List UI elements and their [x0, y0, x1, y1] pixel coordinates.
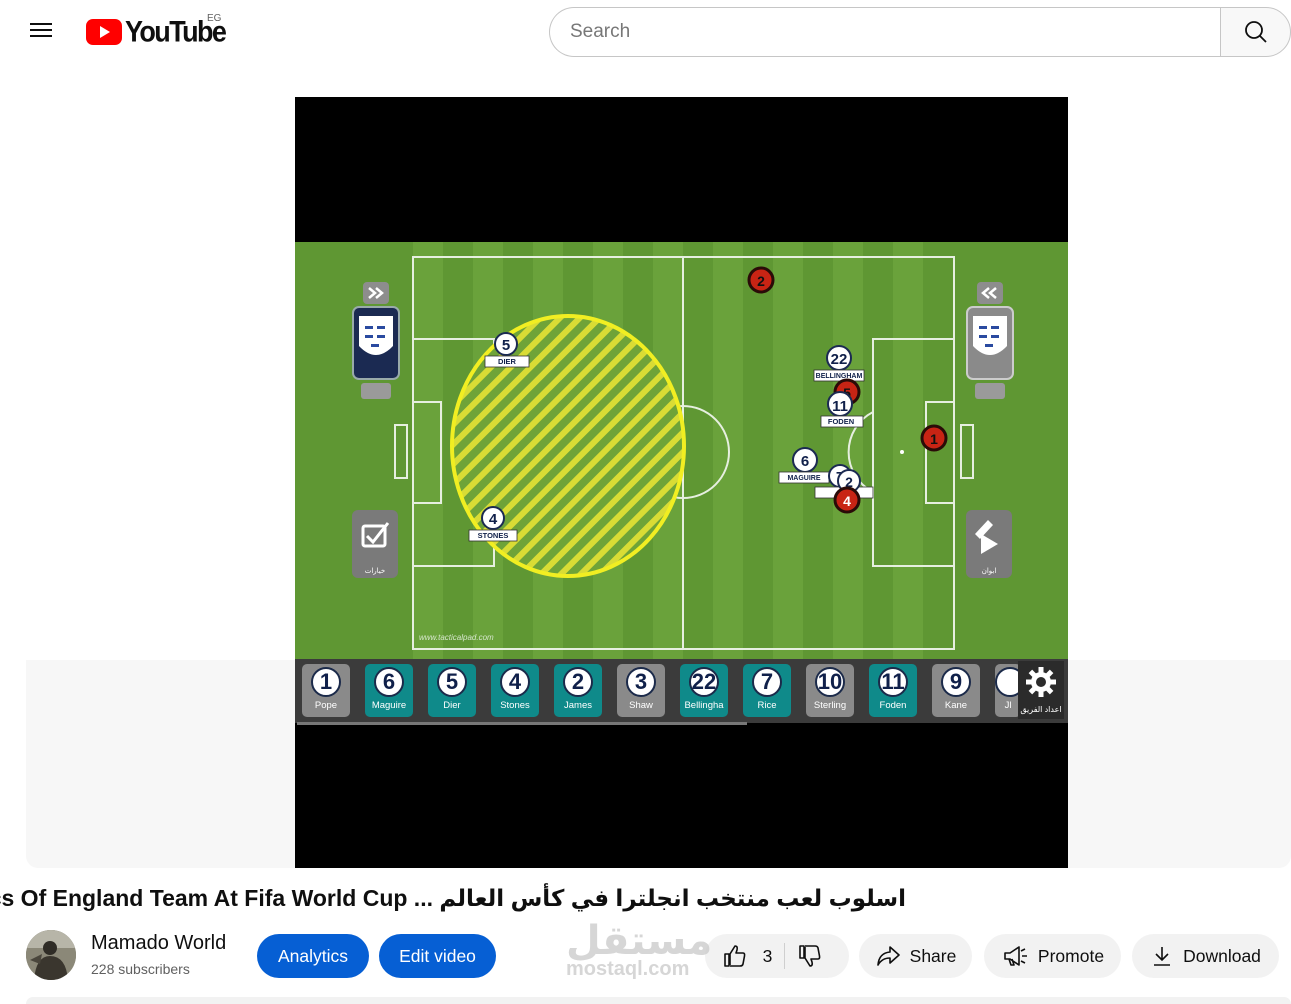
bench-player-card[interactable]: 2 James: [554, 664, 602, 717]
bench-player-name: Maguire: [371, 700, 407, 711]
play-edit-button[interactable]: ابوان: [966, 510, 1012, 578]
like-button[interactable]: 3: [710, 934, 785, 978]
opponent-token-4[interactable]: 4: [833, 486, 861, 514]
hamburger-menu-icon[interactable]: [24, 16, 58, 48]
bench-player-number: 1: [311, 667, 341, 697]
thumbs-up-icon: [723, 945, 746, 967]
watermark-site: www.tacticalpad.com: [419, 633, 494, 642]
svg-text:22: 22: [831, 351, 848, 368]
team-settings-button[interactable]: اعداد الفريق: [1018, 661, 1064, 719]
like-count: 3: [762, 945, 773, 966]
bench-player-number: 4: [500, 667, 530, 697]
download-icon: [1154, 947, 1171, 966]
svg-text:DIER: DIER: [498, 357, 517, 366]
bench-player-name: Stones: [500, 700, 530, 711]
search-input[interactable]: [549, 7, 1220, 57]
share-button[interactable]: Share: [859, 934, 972, 978]
bench-player-name: Shaw: [629, 700, 653, 711]
bench-player-name: Sterling: [813, 700, 847, 711]
bench-player-number: 7: [752, 667, 782, 697]
svg-text:11: 11: [832, 398, 848, 415]
svg-text:5: 5: [502, 337, 510, 354]
bench-player-number: 11: [878, 667, 908, 697]
like-dislike-group: 3: [705, 934, 849, 978]
megaphone-icon: [1004, 946, 1027, 966]
bench-player-card[interactable]: 5 Dier: [428, 664, 476, 717]
edit-video-button[interactable]: Edit video: [379, 934, 496, 978]
video-player[interactable]: www.tacticalpad.com خيارات ابوان 5 DIER …: [295, 97, 1068, 868]
bench-player-number: 6: [374, 667, 404, 697]
bench-player-name: Rice: [757, 700, 777, 711]
svg-text:6: 6: [801, 453, 809, 470]
bench-player-card[interactable]: 3 Shaw: [617, 664, 665, 717]
opponent-token-2[interactable]: 2: [747, 266, 775, 294]
svg-text:4: 4: [489, 511, 498, 528]
bench-player-name: Foden: [879, 700, 907, 711]
bench-player-card[interactable]: 22 Bellingha: [680, 664, 728, 717]
svg-text:FODEN: FODEN: [828, 417, 854, 426]
bench-player-name: Pope: [314, 700, 338, 711]
svg-text:4: 4: [843, 493, 851, 509]
tactics-pitch: www.tacticalpad.com خيارات ابوان 5 DIER …: [295, 242, 1068, 659]
opponent-token-1[interactable]: 1: [920, 424, 948, 452]
promote-label: Promote: [1037, 945, 1105, 966]
bench-player-number: 10: [815, 667, 845, 697]
download-button[interactable]: Download: [1132, 934, 1279, 978]
bench-player-number: 22: [689, 667, 719, 697]
channel-avatar[interactable]: [26, 930, 76, 980]
mostaql-watermark: مستقل mostaql.com: [566, 919, 713, 980]
bench-bar: 1 Pope 6 Maguire 5 Dier 4 Stones 2 James 3 Shaw 22 Be…: [295, 659, 1068, 723]
svg-text:1: 1: [930, 431, 938, 447]
search-button[interactable]: [1220, 7, 1291, 57]
dislike-button[interactable]: [785, 934, 844, 978]
gear-icon: [1026, 667, 1056, 697]
channel-name[interactable]: Mamado World: [91, 932, 226, 955]
youtube-play-icon: [86, 19, 122, 45]
share-icon: [876, 946, 900, 966]
bench-player-card[interactable]: 4 Stones: [491, 664, 539, 717]
svg-text:STONES: STONES: [478, 531, 509, 540]
download-label: Download: [1183, 945, 1261, 966]
svg-text:2: 2: [757, 273, 765, 289]
bench-player-number: 5: [437, 667, 467, 697]
options-caption: خيارات: [365, 567, 386, 575]
youtube-logo[interactable]: YouTube: [86, 15, 227, 48]
bench-player-name: Kane: [944, 700, 968, 711]
svg-text:BELLINGHAM: BELLINGHAM: [816, 373, 863, 380]
bench-player-number: 3: [626, 667, 656, 697]
share-label: Share: [909, 945, 957, 966]
country-code: EG: [207, 13, 222, 24]
search-box: [549, 7, 1291, 57]
promote-button[interactable]: Promote: [984, 934, 1121, 978]
search-icon: [1244, 21, 1267, 43]
options-button[interactable]: خيارات: [352, 510, 398, 578]
bench-player-card[interactable]: 11 Foden: [869, 664, 917, 717]
masthead: YouTube EG: [0, 0, 1291, 64]
bench-player-name: James: [564, 700, 592, 711]
bench-scrollbar[interactable]: [297, 722, 747, 725]
bench-player-card[interactable]: 6 Maguire: [365, 664, 413, 717]
bench-player-number: 9: [941, 667, 971, 697]
analytics-button[interactable]: Analytics: [257, 934, 369, 978]
bench-player-card[interactable]: 9 Kane: [932, 664, 980, 717]
description-box-edge: [26, 997, 1291, 1004]
bench-player-card[interactable]: 10 Sterling: [806, 664, 854, 717]
settings-caption: اعداد الفريق: [1020, 705, 1062, 714]
bench-player-name: Dier: [443, 700, 461, 711]
bench-player-card[interactable]: 1 Pope: [302, 664, 350, 717]
svg-text:MAGUIRE: MAGUIRE: [787, 475, 820, 482]
subscriber-count: 228 subscribers: [91, 961, 190, 977]
thumbs-down-icon: [799, 945, 821, 967]
bench-player-card[interactable]: 7 Rice: [743, 664, 791, 717]
bench-player-name: Bellingha: [684, 700, 724, 711]
bench-player-number: 2: [563, 667, 593, 697]
play-caption: ابوان: [982, 567, 997, 575]
video-title: اسلوب لعب منتخب انجلترا في كأس العالم ..…: [0, 885, 906, 911]
